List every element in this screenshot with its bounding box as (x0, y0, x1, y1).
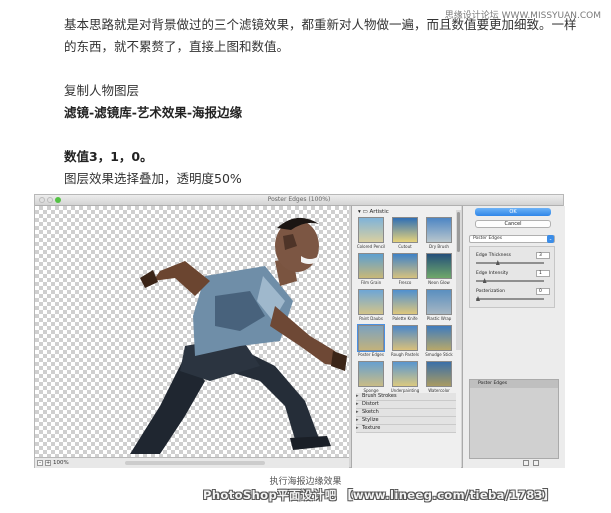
step-duplicate-layer: 复制人物图层 (64, 83, 140, 98)
intro-paragraph: 基本思路就是对背景做过的三个滤镜效果，都重新对人物做一遍，而且数值要更加细致。一… (64, 17, 577, 54)
filter-parameters: Edge Thickness 3 Edge Intensity 1 Poster… (469, 246, 555, 308)
credit-watermark: PhotoShop平面设计吧 【www.lineeg.com/tieba/178… (203, 488, 555, 502)
edge-thickness-slider[interactable] (476, 262, 544, 264)
zoom-out-button[interactable]: – (37, 460, 43, 466)
thumb-label: Film Grain (360, 280, 382, 285)
preview-scrollbar[interactable] (125, 461, 265, 465)
thumb-paint-daubs[interactable] (358, 289, 384, 315)
param-edge-intensity: Edge Intensity 1 (476, 270, 552, 287)
window-titlebar: Poster Edges (100%) (35, 195, 563, 206)
filter-settings-panel: OK Cancel Poster Edges ⌄ Edge Thickness … (462, 206, 565, 468)
category-brush-strokes[interactable]: ▸ Brush Strokes (356, 393, 456, 401)
thumb-label: Fresco (398, 280, 412, 285)
thumb-plastic-wrap[interactable] (426, 289, 452, 315)
folder-open-icon: ▾ ▭ (358, 209, 370, 215)
thumb-watercolor[interactable] (426, 361, 452, 387)
window-title: Poster Edges (100%) (267, 196, 331, 203)
thumb-label: Colored Pencil (356, 244, 386, 249)
gallery-scrollbar[interactable] (456, 210, 461, 350)
cancel-button[interactable]: Cancel (475, 220, 551, 228)
category-sketch[interactable]: ▸ Sketch (356, 409, 456, 417)
step-filter-path: 滤镜-滤镜库-艺术效果-海报边缘 (64, 105, 243, 120)
ok-button[interactable]: OK (475, 208, 551, 216)
param-label: Posterization (476, 289, 506, 294)
filter-gallery-window: Poster Edges (100%) – + 100% ▾ ▭ Artisti… (34, 194, 565, 468)
thumb-label: Dry Brush (429, 244, 449, 249)
thumb-label: Paint Daubs (359, 316, 383, 321)
filter-select[interactable]: Poster Edges ⌄ (469, 235, 555, 243)
category-stylize[interactable]: ▸ Stylize (356, 417, 456, 425)
thumb-poster-edges[interactable] (357, 324, 385, 352)
category-distort[interactable]: ▸ Distort (356, 401, 456, 409)
thumb-label: Neon Glow (428, 280, 450, 285)
edge-intensity-input[interactable]: 1 (536, 270, 550, 277)
filter-gallery-panel: ▾ ▭ Artistic Colored Pencil Cutout Dry B… (351, 206, 461, 468)
thumb-label: Plastic Wrap (426, 316, 452, 321)
new-effect-layer-icon[interactable] (523, 460, 529, 466)
effect-layers-list: Poster Edges (469, 379, 559, 459)
thumb-label: Palette Knife (392, 316, 418, 321)
thumb-colored-pencil[interactable] (358, 217, 384, 243)
param-label: Edge Intensity (476, 271, 509, 276)
runner-image (130, 217, 347, 454)
effect-layer-item[interactable]: Poster Edges (470, 380, 558, 388)
thumb-dry-brush[interactable] (426, 217, 452, 243)
edge-intensity-slider[interactable] (476, 280, 544, 282)
category-texture[interactable]: ▸ Texture (356, 425, 456, 433)
param-label: Edge Thickness (476, 253, 511, 258)
thumb-fresco[interactable] (392, 253, 418, 279)
zoom-level[interactable]: 100% (53, 460, 69, 466)
figure-caption: 执行海报边缘效果 (269, 477, 342, 487)
posterization-slider[interactable] (476, 298, 544, 300)
preview-statusbar: – + 100% (35, 457, 349, 468)
thumb-palette-knife[interactable] (392, 289, 418, 315)
step-values: 数值3，1，0。 (64, 149, 153, 164)
preview-canvas[interactable] (35, 206, 349, 457)
param-posterization: Posterization 0 (476, 288, 552, 305)
edge-thickness-input[interactable]: 3 (536, 252, 550, 259)
thumb-film-grain[interactable] (358, 253, 384, 279)
thumb-cutout[interactable] (392, 217, 418, 243)
zoom-in-button[interactable]: + (45, 460, 51, 466)
thumb-label: Poster Edges (358, 352, 384, 357)
thumb-smudge-stick[interactable] (426, 325, 452, 351)
thumb-underpainting[interactable] (392, 361, 418, 387)
thumb-neon-glow[interactable] (426, 253, 452, 279)
thumb-rough-pastels[interactable] (392, 325, 418, 351)
thumb-label: Cutout (398, 244, 412, 249)
delete-effect-layer-icon[interactable] (533, 460, 539, 466)
step-blend-mode: 图层效果选择叠加，透明度50% (64, 171, 242, 186)
posterization-input[interactable]: 0 (536, 288, 550, 295)
chevron-down-icon: ⌄ (547, 235, 554, 243)
param-edge-thickness: Edge Thickness 3 (476, 252, 552, 269)
thumb-sponge[interactable] (358, 361, 384, 387)
thumb-label: Rough Pastels (391, 352, 419, 357)
category-artistic[interactable]: ▾ ▭ Artistic (358, 209, 389, 215)
thumb-label: Smudge Stick (425, 352, 453, 357)
article-body: 基本思路就是对背景做过的三个滤镜效果，都重新对人物做一遍，而且数值要更加细致。一… (64, 14, 584, 190)
